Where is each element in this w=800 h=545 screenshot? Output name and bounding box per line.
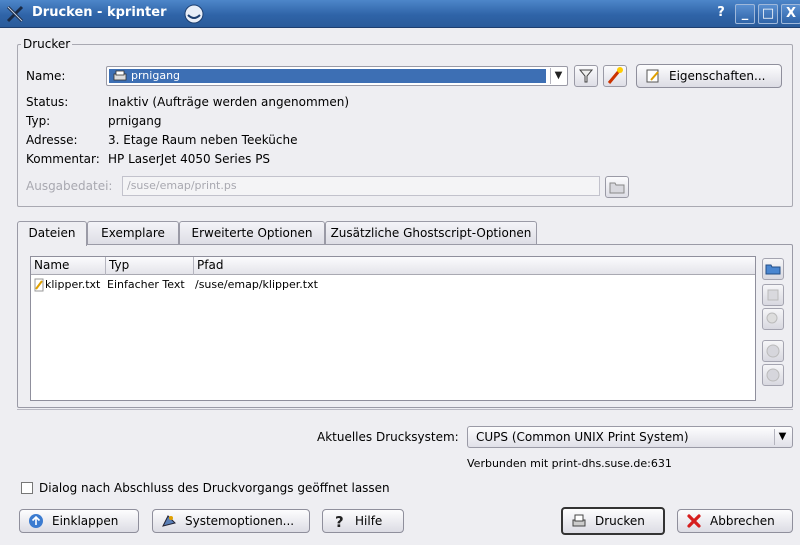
close-button[interactable]: X bbox=[781, 4, 800, 24]
minimize-button[interactable]: _ bbox=[735, 4, 755, 24]
printer-wizard-button[interactable] bbox=[603, 65, 627, 87]
output-file-field[interactable]: /suse/emap/print.ps bbox=[122, 176, 600, 196]
printer-name-selected: prnigang bbox=[109, 69, 546, 83]
file-properties-button[interactable] bbox=[762, 308, 784, 330]
svg-text:?: ? bbox=[335, 513, 344, 529]
help-title-button[interactable]: ? bbox=[711, 4, 731, 24]
tab-ghostscript-optionen[interactable]: Zusätzliche Ghostscript-Optionen bbox=[325, 221, 537, 245]
move-down-button[interactable] bbox=[762, 364, 784, 386]
filter-icon bbox=[578, 69, 594, 83]
help-label: Hilfe bbox=[355, 514, 383, 528]
printer-icon bbox=[113, 70, 127, 81]
folder-open-icon bbox=[765, 264, 781, 275]
print-label: Drucken bbox=[595, 514, 645, 528]
help-button[interactable]: ? Hilfe bbox=[322, 509, 404, 533]
kde-x-logo-icon[interactable] bbox=[4, 3, 26, 25]
keep-dialog-open-label: Dialog nach Abschluss des Druckvorgangs … bbox=[39, 481, 390, 495]
help-question-icon: ? bbox=[335, 513, 344, 529]
comment-value: HP LaserJet 4050 Series PS bbox=[108, 152, 271, 166]
print-system-value: CUPS (Common UNIX Print System) bbox=[476, 430, 689, 444]
properties-label: Eigenschaften... bbox=[669, 69, 766, 83]
type-label: Typ: bbox=[26, 114, 51, 128]
maximize-button[interactable]: □ bbox=[758, 4, 778, 24]
type-value: prnigang bbox=[108, 114, 162, 128]
file-list-header: Name Typ Pfad bbox=[31, 257, 755, 275]
separator bbox=[17, 409, 793, 410]
column-header-name[interactable]: Name bbox=[31, 257, 106, 275]
printer-name-select[interactable]: prnigang ▼ bbox=[106, 66, 568, 86]
tab-dateien[interactable]: Dateien bbox=[17, 221, 87, 246]
text-file-icon bbox=[34, 278, 44, 292]
sticky-pin-icon[interactable] bbox=[183, 3, 205, 25]
window-title: Drucken - kprinter bbox=[32, 5, 167, 20]
file-path: /suse/emap/klipper.txt bbox=[195, 278, 318, 291]
file-list[interactable]: Name Typ Pfad klipper.txt Einfacher Text… bbox=[30, 256, 756, 401]
print-system-label: Aktuelles Drucksystem: bbox=[317, 430, 459, 444]
arrow-up-icon bbox=[766, 344, 780, 358]
arrow-down-icon bbox=[766, 368, 780, 382]
address-label: Adresse: bbox=[26, 133, 78, 147]
remove-icon bbox=[767, 289, 779, 301]
tab-exemplare[interactable]: Exemplare bbox=[87, 221, 179, 245]
column-header-path[interactable]: Pfad bbox=[194, 257, 755, 275]
search-icon bbox=[766, 312, 778, 324]
connection-status: Verbunden mit print-dhs.suse.de:631 bbox=[467, 457, 672, 470]
cancel-x-icon bbox=[687, 514, 701, 528]
file-name: klipper.txt bbox=[45, 278, 101, 291]
keep-dialog-open-checkbox[interactable] bbox=[21, 482, 33, 494]
tab-erweiterte-optionen[interactable]: Erweiterte Optionen bbox=[179, 221, 325, 245]
move-up-button[interactable] bbox=[762, 340, 784, 362]
comment-label: Kommentar: bbox=[26, 152, 100, 166]
printer-group-legend: Drucker bbox=[21, 37, 73, 51]
system-options-label: Systemoptionen... bbox=[185, 514, 295, 528]
output-file-label: Ausgabedatei: bbox=[26, 179, 113, 193]
status-value: Inaktiv (Aufträge werden angenommen) bbox=[108, 95, 350, 109]
printer-name-value: prnigang bbox=[131, 69, 181, 82]
browse-output-file-button[interactable] bbox=[605, 176, 629, 198]
add-file-button[interactable] bbox=[762, 258, 784, 280]
status-label: Status: bbox=[26, 95, 69, 109]
printer-filter-button[interactable] bbox=[574, 65, 598, 87]
properties-icon bbox=[646, 69, 659, 83]
print-button[interactable]: Drucken bbox=[561, 507, 665, 535]
collapse-label: Einklappen bbox=[52, 514, 119, 528]
collapse-button[interactable]: Einklappen bbox=[19, 509, 139, 533]
folder-open-icon bbox=[609, 182, 625, 194]
column-header-type[interactable]: Typ bbox=[106, 257, 194, 275]
cancel-button[interactable]: Abbrechen bbox=[677, 509, 793, 533]
name-label: Name: bbox=[26, 69, 66, 83]
system-options-button[interactable]: Systemoptionen... bbox=[152, 509, 310, 533]
remove-file-button[interactable] bbox=[762, 284, 784, 306]
title-bar: Drucken - kprinter ? _ □ X bbox=[0, 0, 800, 28]
file-type: Einfacher Text bbox=[107, 278, 185, 291]
wizard-wand-icon bbox=[607, 67, 623, 84]
cancel-label: Abbrechen bbox=[710, 514, 775, 528]
chevron-down-icon[interactable]: ▼ bbox=[774, 429, 790, 445]
address-value: 3. Etage Raum neben Teeküche bbox=[108, 133, 298, 147]
settings-icon bbox=[162, 515, 176, 527]
print-system-select[interactable]: CUPS (Common UNIX Print System) ▼ bbox=[467, 426, 793, 448]
chevron-down-icon[interactable]: ▼ bbox=[550, 68, 566, 84]
properties-button[interactable]: Eigenschaften... bbox=[636, 64, 782, 88]
print-icon bbox=[572, 514, 586, 527]
collapse-up-icon bbox=[29, 514, 43, 528]
